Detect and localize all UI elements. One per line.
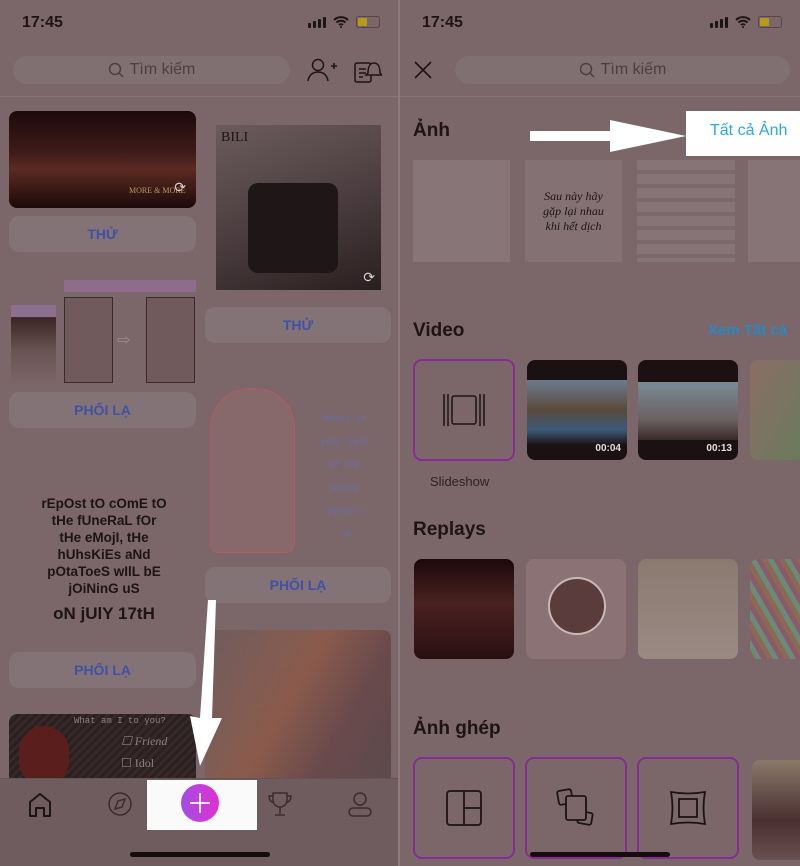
search-input[interactable]: Tìm kiếm [13, 56, 290, 84]
home-icon[interactable] [26, 790, 54, 818]
create-plus-button[interactable] [181, 784, 219, 822]
battery-icon [758, 16, 782, 28]
photo-thumb[interactable] [748, 160, 800, 262]
search-icon [579, 62, 595, 78]
feed-image-bag[interactable]: BILI ⟳ [216, 125, 381, 290]
collage-thumb[interactable] [752, 760, 800, 860]
replay-icon: ⟳ [174, 179, 186, 195]
explore-icon[interactable] [106, 790, 134, 818]
home-indicator [130, 852, 270, 857]
remix-button[interactable]: PHỐI LẠ [9, 652, 196, 688]
section-title-video: Video [413, 320, 465, 341]
try-button[interactable]: THỬ [9, 216, 196, 252]
replay-thumb[interactable] [750, 559, 800, 659]
video-thumb[interactable] [750, 360, 800, 460]
signal-icon [710, 16, 728, 28]
left-screen: 17:45 Tìm kiếm MORE & MORE ⟳ THỬ BILI ⟳ … [0, 0, 398, 866]
collage-frame-tile[interactable] [637, 757, 739, 859]
status-icons [308, 16, 380, 28]
grid-layout-icon [446, 790, 482, 826]
right-screen: 17:45 Tìm kiếm Ảnh Tất cả Ảnh Sau này hã… [400, 0, 800, 866]
add-user-icon[interactable] [307, 57, 337, 83]
video-thumb[interactable]: 00:13 [638, 360, 738, 460]
signal-icon [308, 16, 326, 28]
section-title-photos: Ảnh [413, 120, 450, 141]
slideshow-tile[interactable] [413, 359, 515, 461]
search-icon [108, 62, 124, 78]
wifi-icon [735, 16, 751, 28]
battery-icon [356, 16, 380, 28]
remix-button[interactable]: PHỐI LẠ [9, 392, 196, 428]
feed-image-bunny-remix[interactable]: Remix if your part of the bunny squad!! … [205, 378, 391, 558]
feed-image-portrait[interactable] [205, 630, 391, 785]
section-title-collage: Ảnh ghép [413, 718, 501, 739]
collage-freestyle-tile[interactable] [525, 757, 627, 859]
collage-grid-tile[interactable] [413, 757, 515, 859]
see-all-video-link[interactable]: Xem Tất cả [708, 322, 787, 339]
feed-image-outfit-collage[interactable]: ⇨ [9, 280, 196, 383]
frame-layout-icon [669, 790, 707, 826]
slideshow-label: Slideshow [430, 474, 490, 489]
status-time: 17:45 [422, 14, 463, 31]
slideshow-icon [443, 394, 485, 426]
profile-icon[interactable] [346, 790, 374, 818]
status-icons [710, 16, 782, 28]
all-photos-link[interactable]: Tất cả Ảnh [710, 122, 787, 140]
section-title-replays: Replays [413, 519, 486, 540]
pointer-arrow-down [190, 600, 222, 766]
plus-icon [190, 793, 210, 813]
photo-thumb[interactable] [637, 160, 735, 262]
header-divider [400, 96, 800, 97]
feed-image-repost-text[interactable]: rEpOst tO cOmE tO tHe fUneRaL fOr tHe eM… [9, 495, 199, 622]
replay-thumb[interactable] [638, 559, 738, 659]
feed-image-more-and-more[interactable]: MORE & MORE ⟳ [9, 111, 196, 208]
replay-thumb[interactable] [414, 559, 514, 659]
photo-thumb[interactable]: Sau này hãy gặp lại nhau khi hết dịch [525, 160, 622, 262]
home-indicator [530, 852, 670, 857]
freestyle-layout-icon [556, 788, 594, 826]
search-input[interactable]: Tìm kiếm [455, 56, 790, 84]
replay-thumb[interactable] [526, 559, 626, 659]
search-placeholder: Tìm kiếm [600, 61, 667, 78]
try-button[interactable]: THỬ [205, 307, 391, 343]
notification-bell-icon[interactable] [354, 57, 382, 83]
remix-button[interactable]: PHỐI LẠ [205, 567, 391, 603]
pointer-arrow-right [530, 120, 686, 152]
bag-shape [248, 183, 338, 273]
replay-icon: ⟳ [363, 269, 375, 285]
video-thumb[interactable]: 00:04 [527, 360, 627, 460]
search-placeholder: Tìm kiếm [129, 61, 196, 78]
trophy-icon[interactable] [266, 790, 294, 818]
header-divider [0, 96, 398, 97]
feed-image-what-am-i[interactable]: What am I to you? ☐ Friend ☐ Idol [9, 714, 196, 784]
status-time: 17:45 [22, 14, 63, 31]
wifi-icon [333, 16, 349, 28]
close-icon[interactable] [414, 61, 432, 79]
photo-thumb[interactable] [413, 160, 510, 262]
